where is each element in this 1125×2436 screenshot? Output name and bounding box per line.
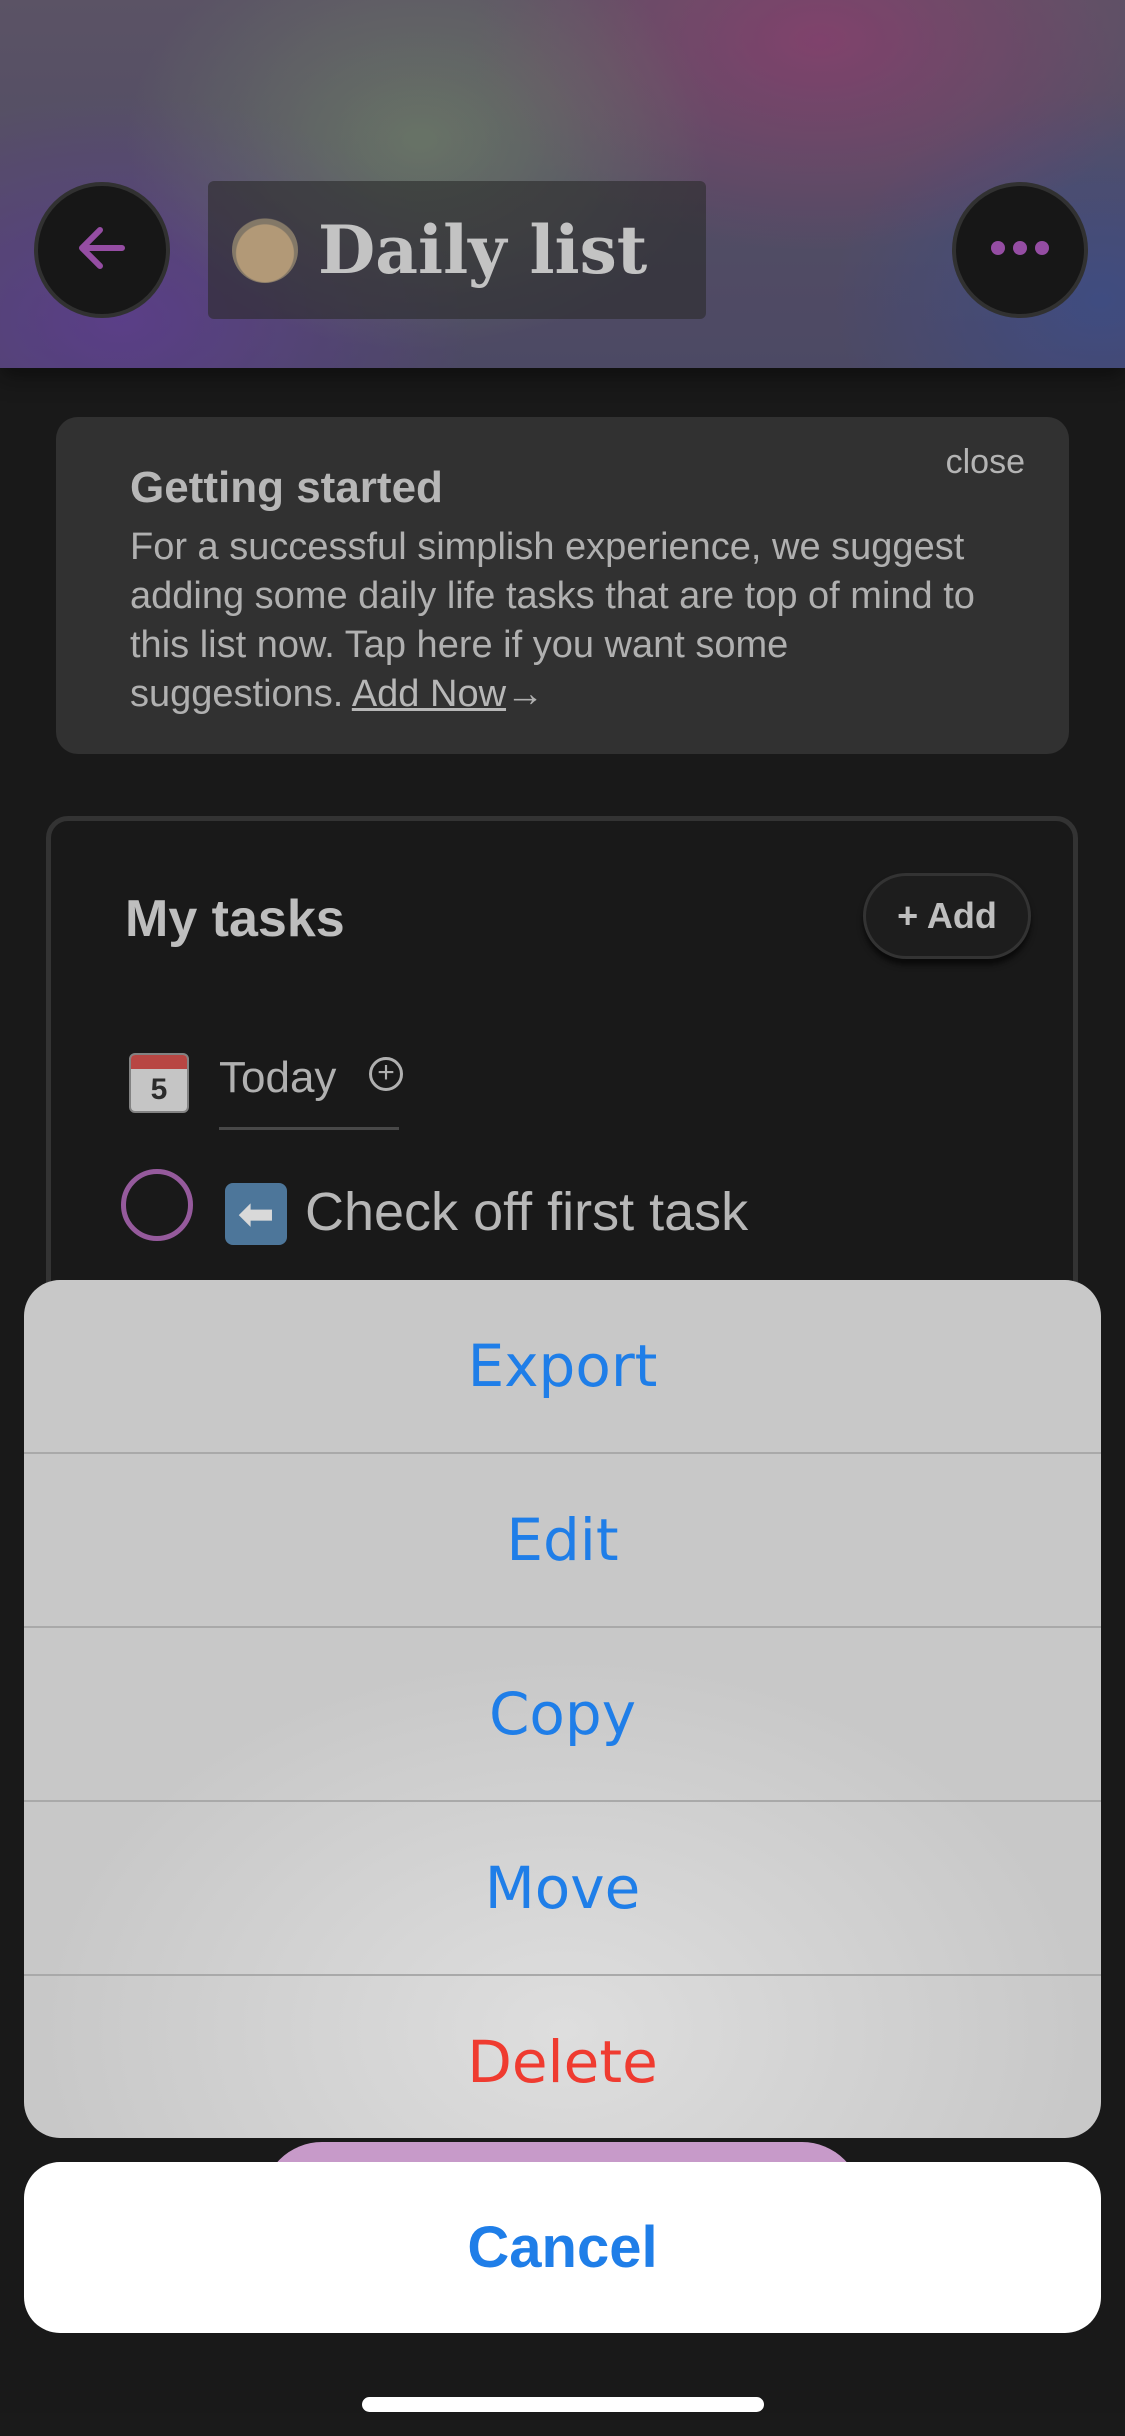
cancel-button[interactable]: Cancel [24,2162,1101,2333]
app-screen: Daily list close Getting started For a s… [0,0,1125,2436]
move-option[interactable]: Move [24,1802,1101,1974]
delete-option[interactable]: Delete [24,1976,1101,2138]
edit-option[interactable]: Edit [24,1454,1101,1626]
action-sheet: Export Edit Copy Move Delete [24,1280,1101,2138]
home-indicator[interactable] [362,2397,764,2412]
export-option[interactable]: Export [24,1280,1101,1452]
copy-option[interactable]: Copy [24,1628,1101,1800]
